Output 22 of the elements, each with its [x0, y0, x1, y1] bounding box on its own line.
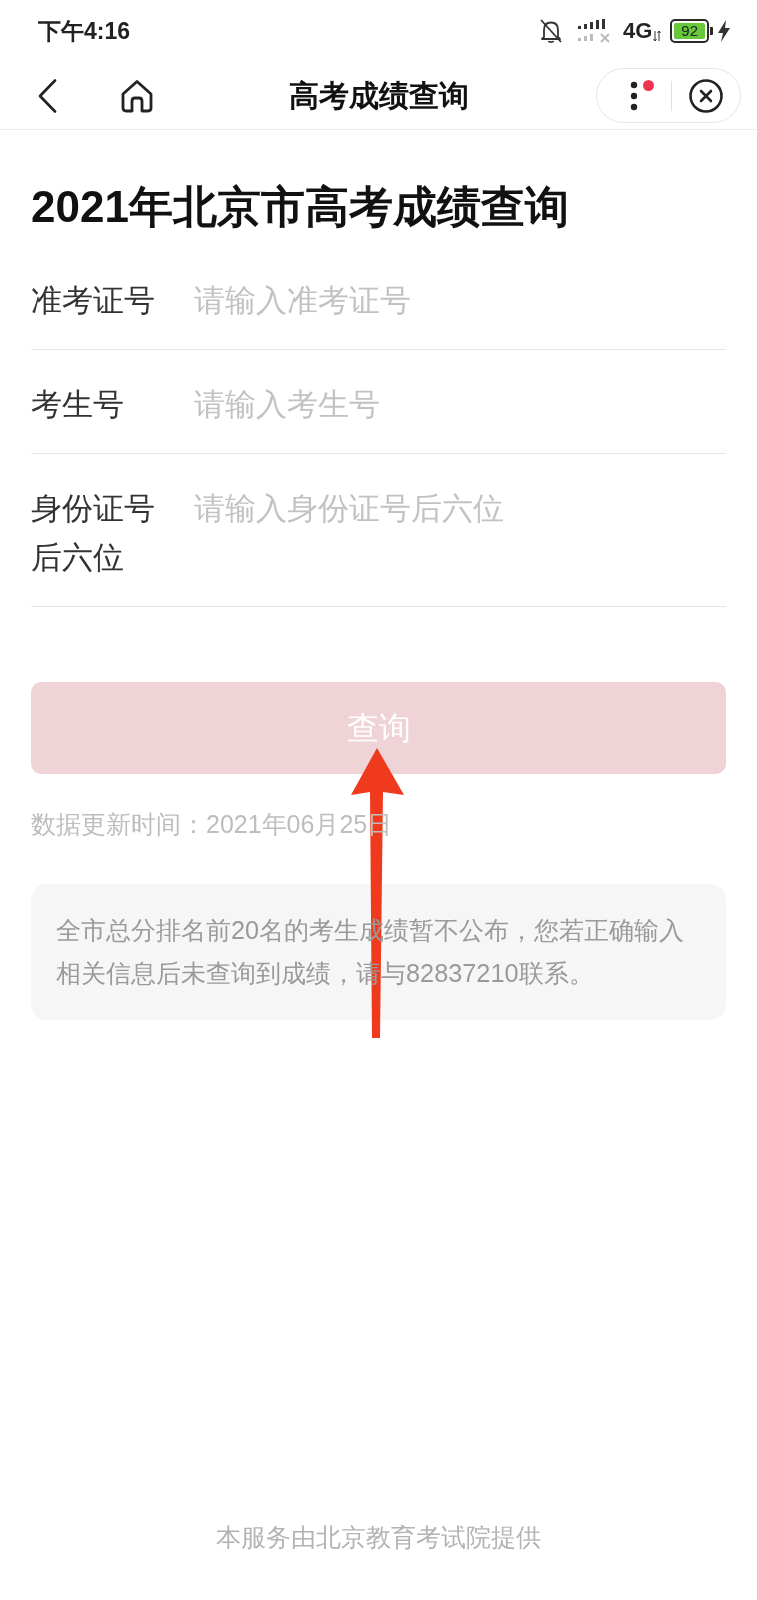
footer-text: 本服务由北京教育考试院提供	[216, 1523, 541, 1551]
input-field[interactable]: 请输入考生号	[194, 380, 726, 429]
home-icon	[120, 78, 154, 113]
field-label: 准考证号	[31, 282, 156, 320]
page-heading: 2021年北京市高考成绩查询	[31, 182, 570, 232]
back-chevron-icon	[37, 78, 57, 113]
data-arrows-icon	[653, 30, 662, 42]
more-dots-icon	[630, 80, 638, 111]
page-title: 高考成绩查询	[288, 77, 469, 114]
back-button[interactable]	[37, 78, 57, 113]
battery-indicator: 92	[670, 19, 713, 43]
input-field[interactable]: 请输入准考证号	[194, 276, 726, 325]
close-icon	[689, 78, 723, 113]
home-button[interactable]	[120, 78, 154, 113]
input-field[interactable]: 请输入身份证号后六位	[194, 484, 726, 533]
status-time: 下午4:16	[38, 17, 131, 45]
field-label: 考生号	[31, 386, 125, 424]
charging-bolt-icon	[717, 20, 731, 42]
signal-icon	[576, 19, 613, 43]
network-type: 4G	[622, 18, 653, 44]
muted-bell-icon	[538, 18, 563, 44]
field-label: 身份证号后六位	[31, 490, 156, 577]
